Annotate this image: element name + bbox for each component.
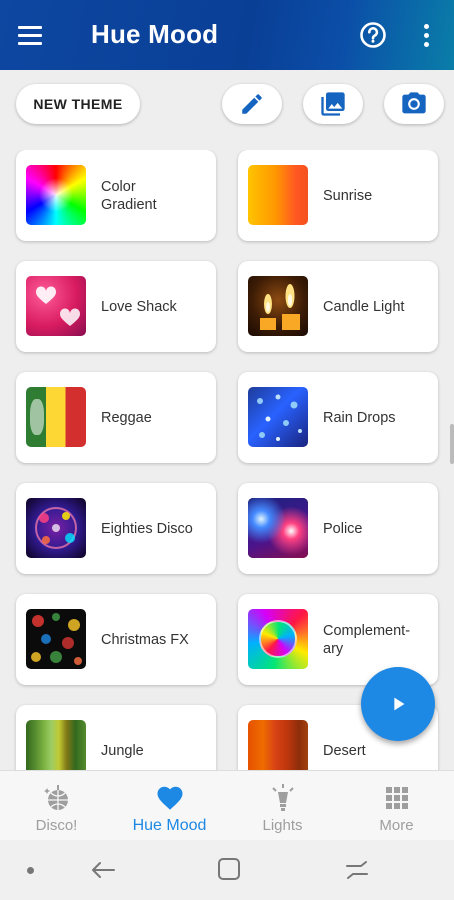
jungle-thumbnail <box>26 720 86 770</box>
light-bulb-icon <box>271 784 294 811</box>
heart-icon <box>157 786 182 810</box>
complementary-thumbnail <box>248 609 308 669</box>
candle-light-thumbnail <box>248 276 308 336</box>
drops-graphic <box>257 394 302 441</box>
nav-dot-icon[interactable] <box>27 867 34 874</box>
theme-card-sunrise[interactable]: Sunrise <box>238 150 438 241</box>
grid-dots-icon <box>385 787 408 809</box>
sunrise-thumbnail <box>248 165 308 225</box>
theme-toolbar: NEW THEME <box>0 78 454 138</box>
hamburger-menu-icon[interactable] <box>18 20 54 50</box>
app-title: Hue Mood <box>91 19 219 49</box>
candles-graphic <box>260 284 300 330</box>
rain-drops-thumbnail <box>248 387 308 447</box>
theme-card-love-shack[interactable]: Love Shack <box>16 261 216 352</box>
nav-hue-mood[interactable]: Hue Mood <box>113 771 226 841</box>
theme-card-christmas-fx[interactable]: Christmas FX <box>16 594 216 685</box>
theme-name: Police <box>323 520 363 537</box>
camera-theme-button[interactable] <box>384 84 444 124</box>
theme-name: Eighties Disco <box>101 520 193 537</box>
love-shack-thumbnail <box>26 276 86 336</box>
bokeh-graphic <box>31 613 82 665</box>
christmas-fx-thumbnail <box>26 609 86 669</box>
camera-icon <box>402 92 426 114</box>
new-theme-button[interactable]: NEW THEME <box>16 84 140 124</box>
nav-label: Lights <box>262 817 303 834</box>
theme-card-jungle[interactable]: Jungle <box>16 705 216 770</box>
eighties-disco-thumbnail <box>26 498 86 558</box>
theme-card-rain-drops[interactable]: Rain Drops <box>238 372 438 463</box>
theme-card-color-gradient[interactable]: Color Gradient <box>16 150 216 241</box>
play-button[interactable] <box>361 667 435 741</box>
system-navigation-bar <box>0 840 454 900</box>
more-vertical-icon[interactable] <box>414 20 438 50</box>
theme-name: Candle Light <box>323 298 405 315</box>
home-square-icon[interactable] <box>216 856 242 882</box>
theme-card-police[interactable]: Police <box>238 483 438 574</box>
nav-lights[interactable]: Lights <box>226 771 339 841</box>
nav-label: Disco! <box>35 817 78 834</box>
hearts-graphic <box>35 286 81 326</box>
theme-name: Christmas FX <box>101 631 189 648</box>
disco-lights-graphic <box>35 507 77 549</box>
theme-name: Rain Drops <box>323 409 396 426</box>
edge-panel-handle[interactable] <box>450 424 454 464</box>
theme-name: Jungle <box>101 742 144 759</box>
bottom-navigation: Disco! Hue Mood Lights More <box>0 770 454 840</box>
theme-name: Love Shack <box>101 298 177 315</box>
theme-name: Color Gradient <box>101 178 157 213</box>
nav-disco[interactable]: Disco! <box>0 771 113 841</box>
app-bar: Hue Mood <box>0 0 454 70</box>
edit-theme-button[interactable] <box>222 84 282 124</box>
nav-label: More <box>379 817 414 834</box>
nav-label: Hue Mood <box>132 817 207 834</box>
recent-apps-icon[interactable] <box>342 855 372 885</box>
theme-card-eighties-disco[interactable]: Eighties Disco <box>16 483 216 574</box>
disco-ball-icon <box>43 785 68 810</box>
image-theme-button[interactable] <box>303 84 363 124</box>
police-thumbnail <box>248 498 308 558</box>
theme-card-reggae[interactable]: Reggae <box>16 372 216 463</box>
color-gradient-thumbnail <box>26 165 86 225</box>
theme-card-candle-light[interactable]: Candle Light <box>238 261 438 352</box>
help-circle-icon[interactable] <box>358 20 388 50</box>
desert-thumbnail <box>248 720 308 770</box>
theme-name: Reggae <box>101 409 152 426</box>
back-arrow-icon[interactable] <box>88 855 118 885</box>
theme-name: Sunrise <box>323 187 373 204</box>
pencil-icon <box>242 94 262 114</box>
nav-more[interactable]: More <box>340 771 453 841</box>
image-icon <box>321 92 345 116</box>
play-icon <box>394 697 405 711</box>
reggae-thumbnail <box>26 387 86 447</box>
